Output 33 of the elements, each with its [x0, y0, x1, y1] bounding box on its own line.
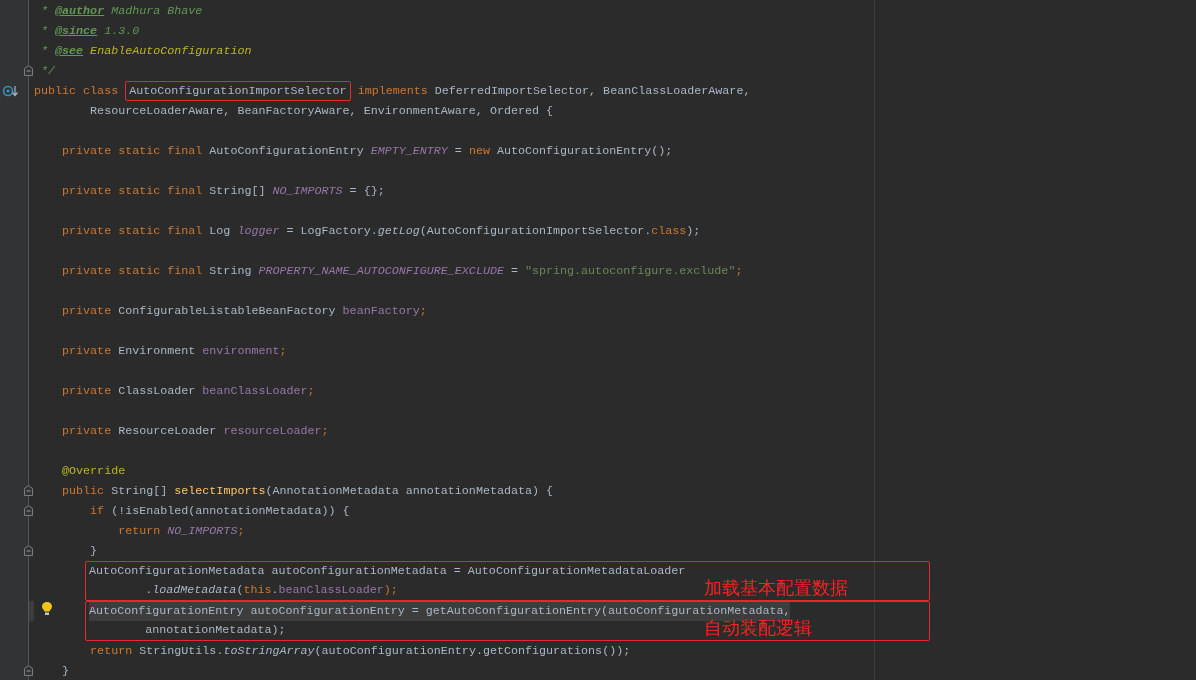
- fold-icon[interactable]: [24, 65, 33, 76]
- fold-icon[interactable]: [24, 485, 33, 496]
- fold-icon[interactable]: [24, 505, 33, 516]
- fold-icon[interactable]: [24, 545, 33, 556]
- code-line: return NO_IMPORTS;: [117, 523, 246, 540]
- implemented-icon[interactable]: [2, 84, 18, 98]
- code-line: return StringUtils.toStringArray(autoConfigurationEntry.getConfigurations());: [89, 643, 632, 660]
- code-line: }: [89, 543, 99, 560]
- code-line: private static final String[] NO_IMPORTS = {};: [61, 183, 386, 200]
- code-line: if (!isEnabled(annotationMetadata)) {: [89, 503, 351, 520]
- code-line: private ConfigurableListableBeanFactory beanFactory;: [61, 303, 428, 320]
- code-line: AutoConfigurationMetadata autoConfigurationMetadata = AutoConfigurationMetadataLoader: [89, 563, 686, 580]
- code-line: * @since 1.3.0: [40, 23, 141, 40]
- fold-icon[interactable]: [24, 665, 33, 676]
- code-line: private static final String PROPERTY_NAME_AUTOCONFIGURE_EXCLUDE = "spring.autoconfigure.exclude";: [61, 263, 744, 280]
- code-line: public String[] selectImports(AnnotationMetadata annotationMetadata) {: [61, 483, 555, 500]
- code-line: public class AutoConfigurationImportSelector implements DeferredImportSelector, BeanClassLoaderAware,: [34, 81, 1196, 101]
- code-line: private ClassLoader beanClassLoader;: [61, 383, 316, 400]
- code-line: private Environment environment;: [61, 343, 288, 360]
- code-line: */: [40, 63, 57, 80]
- code-line: .loadMetadata(this.beanClassLoader);: [144, 582, 398, 599]
- code-line: private ResourceLoader resourceLoader;: [61, 423, 330, 440]
- lightbulb-icon[interactable]: [41, 601, 53, 616]
- code-line: * @see EnableAutoConfiguration: [40, 43, 253, 60]
- code-line: ResourceLoaderAware, BeanFactoryAware, EnvironmentAware, Ordered {: [89, 103, 554, 120]
- code-line: private static final AutoConfigurationEntry EMPTY_ENTRY = new AutoConfigurationEntry();: [61, 143, 674, 160]
- callout-label: 加载基本配置数据: [704, 578, 849, 598]
- code-line: }: [61, 663, 71, 680]
- code-line: * @author Madhura Bhave: [40, 3, 204, 20]
- code-line: @Override: [61, 463, 127, 480]
- code-line: private static final Log logger = LogFactory.getLog(AutoConfigurationImportSelector.class);: [61, 223, 702, 240]
- callout-label: 自动装配逻辑: [704, 618, 813, 638]
- code-line: annotationMetadata);: [144, 622, 286, 639]
